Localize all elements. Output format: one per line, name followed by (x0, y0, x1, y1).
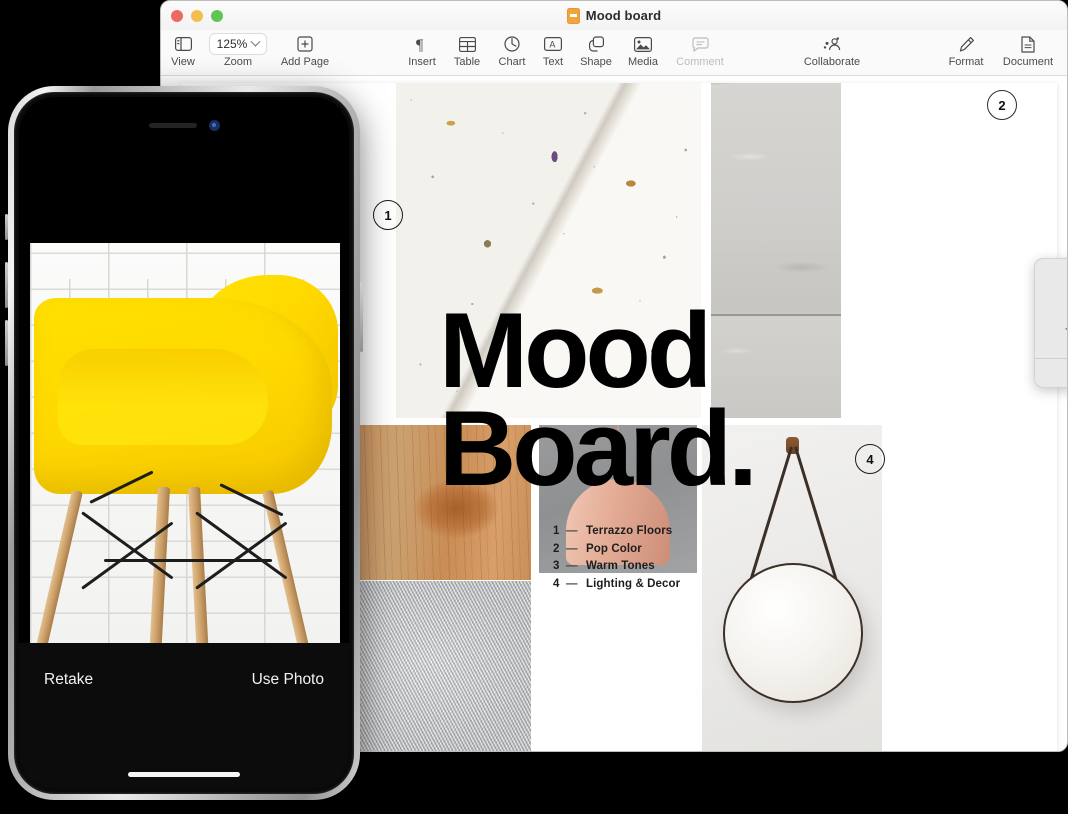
legend-number: 4 (553, 577, 560, 590)
volume-down-button[interactable] (5, 320, 8, 366)
iphone-screen[interactable]: Retake Use Photo (19, 97, 349, 789)
earpiece-speaker-icon (148, 122, 197, 128)
legend-label: Lighting & Decor (586, 577, 681, 590)
camera-confirm-bar: Retake Use Photo (19, 643, 349, 789)
terrazzo-photo[interactable] (396, 83, 701, 418)
volume-up-button[interactable] (5, 262, 8, 308)
chair-wire-cross (104, 559, 272, 562)
legend-dash: — (566, 577, 578, 590)
notch-sensors (19, 119, 349, 131)
shape-icon (588, 33, 605, 55)
comment-icon (691, 33, 709, 55)
toolbar-format-button[interactable]: Format (931, 33, 1001, 68)
window-title-group: Mood board (161, 1, 1067, 30)
toolbar-comment-label: Comment (676, 56, 724, 68)
legend-row: 2 — Pop Color (553, 541, 680, 559)
legend-list: 1 — Terrazzo Floors 2 — Pop Color 3 — Warm Ton… (553, 523, 680, 593)
mirror-glass (723, 563, 863, 703)
window-titlebar: Mood board (161, 1, 1067, 30)
legend-dash: — (566, 525, 578, 537)
zoom-value-popup[interactable]: 125% (208, 33, 268, 55)
toolbar-zoom-label: Zoom (223, 56, 253, 68)
close-button[interactable] (171, 9, 183, 22)
callout-badge-2[interactable]: 2 (987, 90, 1017, 120)
add-page-icon (297, 33, 313, 55)
popover-title-line1: Take a photo with (1035, 327, 1067, 342)
legend-number: 2 (553, 542, 560, 555)
legend-dash: — (566, 560, 578, 572)
text-box-icon: A (544, 33, 562, 55)
toolbar-media-label: Media (628, 56, 658, 68)
zoom-value: 125% (216, 37, 248, 51)
legend-number: 3 (553, 560, 560, 572)
popover-title: Take a photo with “Derek’s iPhone” (1035, 327, 1067, 357)
pages-document-icon (566, 7, 580, 24)
media-image-icon (634, 33, 652, 55)
toolbar-collaborate-button[interactable]: Collaborate (797, 33, 867, 68)
document-icon (1021, 33, 1035, 55)
legend-label: Terrazzo Floors (586, 525, 673, 537)
fur-rug-photo[interactable] (353, 581, 531, 751)
legend-row: 1 — Terrazzo Floors (553, 523, 680, 541)
svg-text:A: A (549, 39, 555, 49)
chair-seat-shadow (58, 349, 268, 445)
legend-row: 4 — Lighting & Decor (553, 576, 680, 594)
chevron-down-icon (250, 36, 261, 47)
traffic-lights (171, 9, 223, 22)
legend-label: Pop Color (586, 542, 642, 555)
screenshot-root: Mood board View 125% Zoom Add Page ¶ Ins… (0, 0, 1068, 814)
window-title: Mood board (585, 8, 662, 23)
toolbar-add-page-button[interactable]: Add Page (270, 33, 340, 68)
toolbar-comment-button[interactable]: Comment (665, 33, 735, 68)
captured-photo-preview[interactable] (30, 243, 340, 650)
legend-row: 3 — Warm Tones (553, 558, 680, 576)
iphone-device: Retake Use Photo (5, 86, 363, 800)
legend-label: Warm Tones (586, 560, 655, 572)
use-photo-button[interactable]: Use Photo (252, 671, 324, 689)
toolbar: View 125% Zoom Add Page ¶ Insert Table C… (161, 30, 1067, 76)
toolbar-view-label: View (171, 56, 195, 68)
popover-title-line2: “Derek’s iPhone” (1035, 342, 1067, 357)
wood-grain-photo[interactable] (353, 425, 531, 580)
svg-text:¶: ¶ (416, 37, 424, 53)
callout-badge-1[interactable]: 1 (373, 200, 403, 230)
mute-switch[interactable] (5, 214, 8, 240)
toolbar-collaborate-label: Collaborate (803, 56, 861, 68)
pilcrow-icon: ¶ (415, 33, 429, 55)
toolbar-format-label: Format (948, 56, 984, 68)
table-icon (458, 33, 476, 55)
side-power-button[interactable] (360, 282, 363, 352)
toolbar-document-label: Document (1002, 56, 1054, 68)
front-camera-icon (208, 119, 220, 131)
zoom-button[interactable] (211, 9, 223, 22)
toolbar-add-page-label: Add Page (280, 56, 330, 68)
minimize-button[interactable] (191, 9, 203, 22)
toolbar-zoom-control[interactable]: 125% Zoom (203, 33, 273, 68)
callout-badge-4[interactable]: 4 (855, 444, 885, 474)
legend-dash: — (566, 542, 578, 555)
popover-cancel-button[interactable]: Cancel (1035, 359, 1067, 387)
legend-number: 1 (553, 525, 560, 537)
format-brush-icon (958, 33, 975, 55)
concrete-wall-photo[interactable] (711, 83, 841, 418)
sidebar-icon (174, 33, 192, 55)
home-indicator[interactable] (128, 772, 240, 777)
collaborate-icon (822, 33, 842, 55)
take-photo-popover: Take a photo with “Derek’s iPhone” Cance… (1034, 258, 1067, 388)
toolbar-document-button[interactable]: Document (993, 33, 1063, 68)
retake-button[interactable]: Retake (44, 671, 93, 689)
iphone-bezel: Retake Use Photo (14, 92, 354, 794)
round-mirror-photo[interactable] (702, 425, 882, 751)
